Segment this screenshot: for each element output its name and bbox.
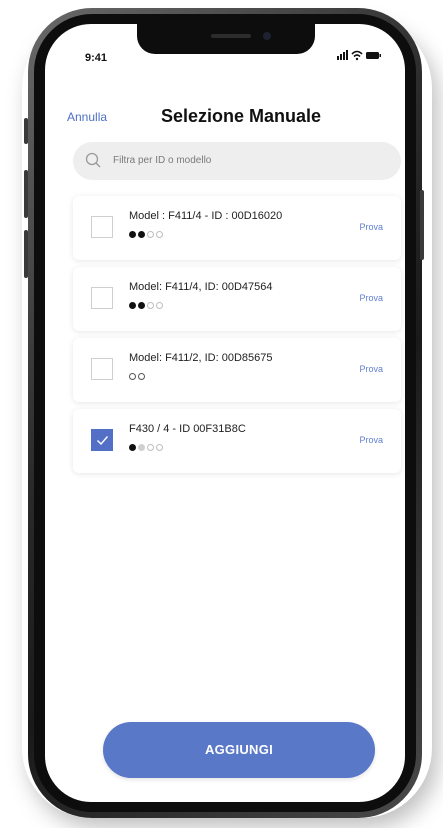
mute-switch: [24, 118, 28, 144]
device-label: Model: F411/2, ID: 00D85675: [129, 352, 273, 364]
try-button[interactable]: Prova: [359, 364, 383, 374]
notch: [137, 24, 315, 54]
device-card[interactable]: Model: F411/2, ID: 00D85675 Prova: [73, 338, 401, 402]
search-bar[interactable]: [73, 142, 401, 180]
signal-dot: [129, 231, 136, 238]
signal-dot: [129, 444, 136, 451]
signal-dot: [147, 302, 154, 309]
speaker: [211, 34, 251, 38]
try-button[interactable]: Prova: [359, 293, 383, 303]
signal-dot: [147, 231, 154, 238]
device-label: F430 / 4 - ID 00F31B8C: [129, 423, 246, 435]
add-button[interactable]: AGGIUNGI: [103, 722, 375, 778]
status-time: 9:41: [85, 52, 108, 64]
front-camera: [263, 32, 271, 40]
device-checkbox-checked[interactable]: [91, 429, 113, 451]
signal-dot: [138, 444, 145, 451]
status-icons: [335, 48, 383, 62]
signal-dot: [138, 231, 145, 238]
try-button[interactable]: Prova: [359, 222, 383, 232]
signal-dots: [129, 302, 163, 311]
page-title: Selezione Manuale: [161, 106, 322, 126]
device-label: Model : F411/4 - ID : 00D16020: [129, 210, 283, 222]
phone-screen: 9:41 Annulla Selezione Manuale Model : F…: [45, 24, 405, 802]
signal-dot: [129, 373, 136, 380]
device-card[interactable]: F430 / 4 - ID 00F31B8C Prova: [73, 409, 401, 473]
device-card[interactable]: Model : F411/4 - ID : 00D16020 Prova: [73, 196, 401, 260]
signal-dots: [129, 444, 163, 453]
signal-dot: [147, 444, 154, 451]
search-input[interactable]: [113, 142, 383, 180]
signal-dots: [129, 231, 163, 240]
search-icon: [85, 152, 101, 173]
device-checkbox[interactable]: [91, 287, 113, 309]
cancel-button[interactable]: Annulla: [67, 110, 107, 124]
volume-down-button: [24, 230, 28, 278]
device-card[interactable]: Model: F411/4, ID: 00D47564 Prova: [73, 267, 401, 331]
device-checkbox[interactable]: [91, 358, 113, 380]
volume-up-button: [24, 170, 28, 218]
signal-dot: [138, 302, 145, 309]
check-icon: [97, 436, 109, 446]
signal-dot: [156, 444, 163, 451]
signal-wifi-battery-icon: [337, 50, 381, 61]
power-button: [420, 190, 424, 260]
device-checkbox[interactable]: [91, 216, 113, 238]
device-label: Model: F411/4, ID: 00D47564: [129, 281, 273, 293]
signal-dot: [129, 302, 136, 309]
signal-dots: [129, 373, 145, 382]
signal-dot: [138, 373, 145, 380]
signal-dot: [156, 302, 163, 309]
signal-dot: [156, 231, 163, 238]
try-button[interactable]: Prova: [359, 435, 383, 445]
